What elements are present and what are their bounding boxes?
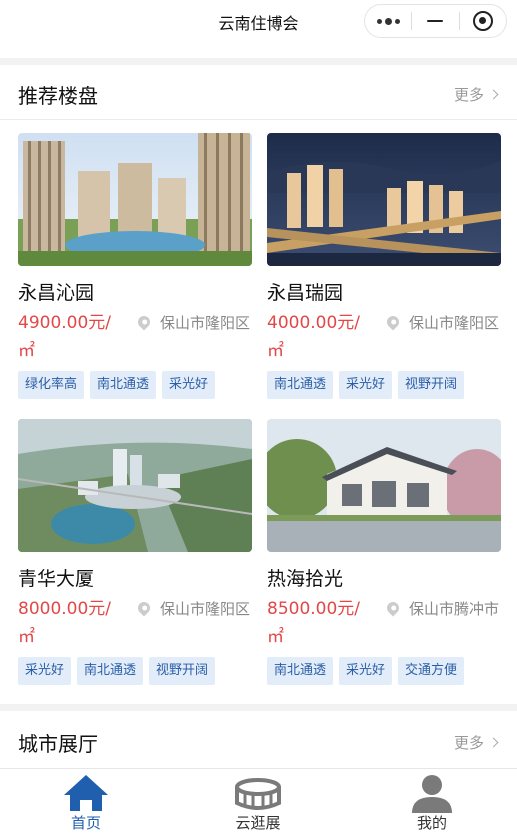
listing-location: 保山市隆阳区 [135,595,256,623]
city-hall-more-link[interactable]: 更多 [453,732,499,753]
feature-tag: 采光好 [162,371,216,399]
feature-tag: 采光好 [339,657,393,685]
chevron-right-icon [488,737,499,748]
listing-location: 保山市隆阳区 [135,309,256,337]
more-dots-icon [376,17,400,25]
minimize-button[interactable] [412,5,458,37]
more-label: 更多 [453,86,484,104]
listing-location: 保山市腾冲市 [384,595,505,623]
section-title: 推荐楼盘 [18,84,98,108]
listing-card[interactable]: 永昌沁园 4900.00元/㎡ 保山市隆阳区 绿化率高 南北通透 采光好 [18,133,252,399]
recommend-more-link[interactable]: 更多 [453,84,499,105]
listing-price: 4900.00元/㎡ [18,313,112,361]
listing-card[interactable]: 青华大厦 8000.00元/㎡ 保山市隆阳区 采光好 南北通透 视野开阔 [18,419,252,685]
tag-list: 绿化率高 南北通透 采光好 [18,371,216,399]
feature-tag: 绿化率高 [18,371,85,399]
city-hall-header: 城市展厅 更多 [0,714,517,768]
listing-location: 保山市隆阳区 [384,309,505,337]
location-text: 保山市隆阳区 [409,314,500,332]
tab-bar: 首页 云逛展 我的 [0,768,517,832]
listing-price: 8000.00元/㎡ [18,599,112,647]
section-gap [0,704,517,711]
tab-label: 首页 [70,814,101,832]
minimize-icon [427,19,444,23]
listing-price: 8500.00元/㎡ [267,599,361,647]
tab-home[interactable]: 首页 [26,769,146,833]
recommend-header: 推荐楼盘 更多 [0,66,517,120]
home-icon [64,775,108,811]
feature-tag: 采光好 [18,657,72,685]
close-miniprogram-button[interactable] [460,5,506,37]
more-options-button[interactable] [365,5,411,37]
feature-tag: 南北通透 [267,371,334,399]
listing-name: 热海拾光 [267,568,344,590]
location-text: 保山市隆阳区 [160,600,251,618]
feature-tag: 视野开阔 [398,371,465,399]
stadium-icon [235,778,281,810]
listing-price: 4000.00元/㎡ [267,313,361,361]
divider [0,119,517,120]
feature-tag: 视野开阔 [149,657,216,685]
listing-card[interactable]: 热海拾光 8500.00元/㎡ 保山市腾冲市 南北通透 采光好 交通方便 [267,419,501,685]
feature-tag: 交通方便 [398,657,465,685]
listing-photo [267,419,501,552]
close-target-icon [472,11,493,31]
location-text: 保山市腾冲市 [409,600,500,618]
listing-name: 永昌沁园 [18,282,95,304]
tag-list: 南北通透 采光好 交通方便 [267,657,465,685]
tag-list: 采光好 南北通透 视野开阔 [18,657,216,685]
listing-name: 永昌瑞园 [267,282,344,304]
feature-tag: 南北通透 [77,657,144,685]
tab-online-expo[interactable]: 云逛展 [198,769,318,833]
section-title: 城市展厅 [18,732,98,756]
listing-card[interactable]: 永昌瑞园 4000.00元/㎡ 保山市隆阳区 南北通透 采光好 视野开阔 [267,133,501,399]
user-icon [412,775,452,813]
listing-photo [18,133,252,266]
tab-mine[interactable]: 我的 [372,769,492,833]
menu-capsule [364,4,507,38]
feature-tag: 南北通透 [267,657,334,685]
location-text: 保山市隆阳区 [160,314,251,332]
more-label: 更多 [453,734,484,752]
section-gap [0,58,517,65]
feature-tag: 采光好 [339,371,393,399]
chevron-right-icon [488,89,499,100]
listing-name: 青华大厦 [18,568,95,590]
tab-label: 云逛展 [235,814,281,832]
tab-label: 我的 [416,814,447,832]
listing-photo [267,133,501,266]
feature-tag: 南北通透 [90,371,157,399]
nav-bar: 云南住博会 [0,0,517,58]
listing-photo [18,419,252,552]
tag-list: 南北通透 采光好 视野开阔 [267,371,465,399]
